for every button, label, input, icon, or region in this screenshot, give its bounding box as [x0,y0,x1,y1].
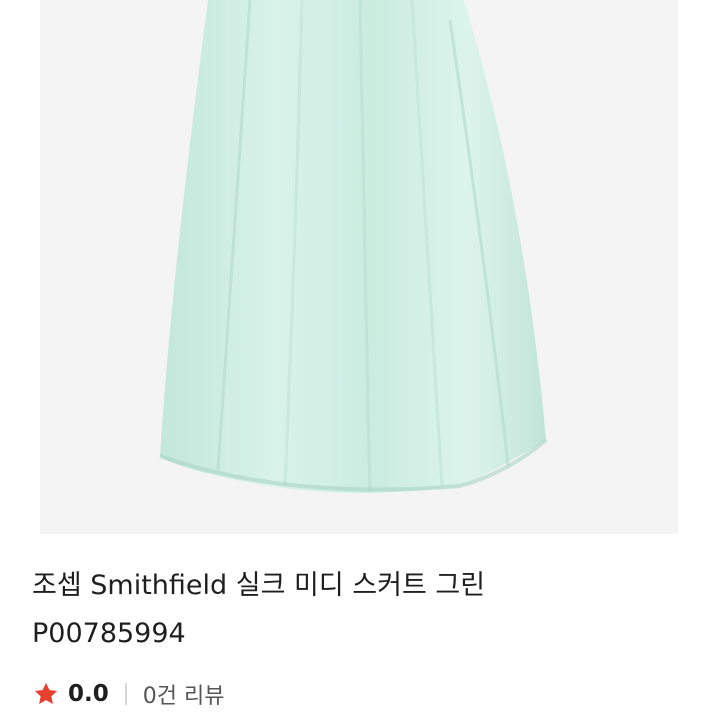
rating-value: 0.0 [68,681,109,707]
product-title: 조셉 Smithfield 실크 미디 스커트 그린 [32,570,486,601]
rating-divider [124,683,127,705]
review-count-link[interactable]: 0건 리뷰 [143,678,225,710]
product-page: 조셉 Smithfield 실크 미디 스커트 그린 P00785994 0.0… [0,0,720,720]
star-icon [32,680,60,708]
skirt-illustration [40,0,678,534]
product-code: P00785994 [32,618,186,649]
product-image[interactable] [40,0,678,534]
rating-row: 0.0 0건 리뷰 [32,676,224,712]
